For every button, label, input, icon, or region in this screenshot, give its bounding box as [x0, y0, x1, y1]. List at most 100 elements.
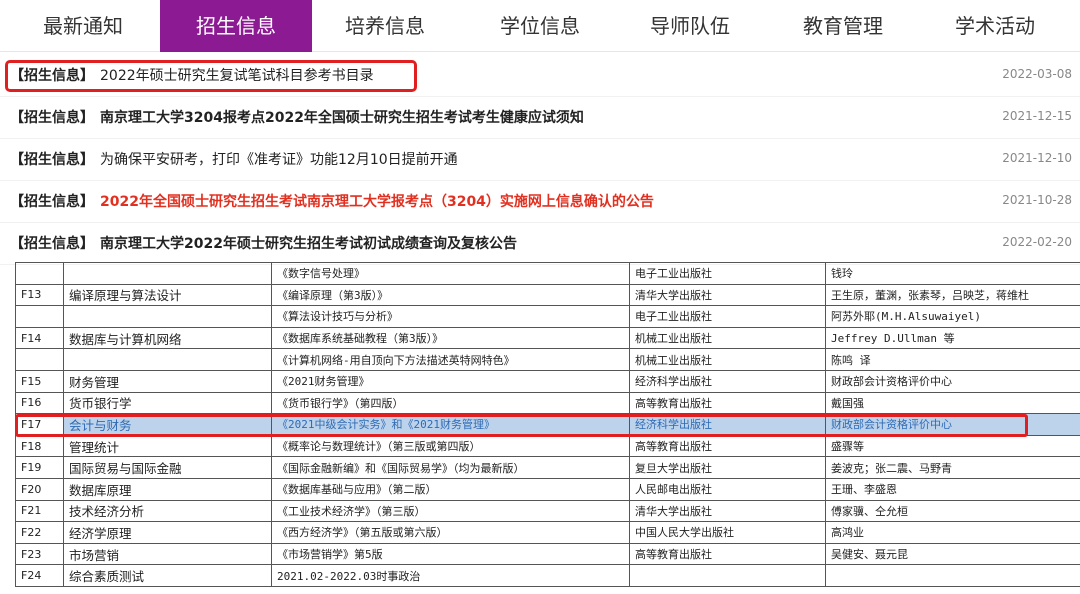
cell-publisher: 电子工业出版社: [629, 305, 826, 328]
cell-author: Jeffrey D.Ullman 等: [825, 326, 1080, 350]
cell-author: 傅家骥、仝允桓: [825, 499, 1080, 523]
table-row: F21 技术经济分析 《工业技术经济学》（第三版） 清华大学出版社 傅家骥、仝允桓: [15, 499, 1080, 523]
table-row: F24 综合素质测试 2021.02-2022.03时事政治: [15, 564, 1080, 587]
cell-subject-name: 综合素质测试: [63, 564, 272, 587]
tab-admissions[interactable]: 招生信息: [160, 0, 312, 52]
tab-education-management[interactable]: 教育管理: [788, 0, 898, 52]
tab-degree[interactable]: 学位信息: [485, 0, 595, 52]
cell-subject-code: F14: [15, 326, 64, 350]
cell-subject-code: F23: [15, 542, 64, 566]
cell-subject-name: [63, 262, 272, 285]
cell-publisher: 高等教育出版社: [629, 434, 826, 458]
table-row: F14 数据库与计算机网络 《数据库系统基础教程（第3版）》 机械工业出版社 Jeffr…: [15, 326, 1080, 350]
news-tag: 【招生信息】: [10, 110, 94, 126]
news-tag: 【招生信息】: [10, 194, 94, 210]
cell-book-title: 《计算机网络-用自顶向下方法描述英特网特色》: [271, 348, 630, 371]
cell-subject-name: 经济学原理: [63, 521, 272, 544]
news-date: 2021-12-10: [1002, 151, 1072, 165]
cell-book-title: 《数字信号处理》: [271, 262, 630, 285]
news-date: 2022-03-08: [1002, 67, 1072, 81]
cell-book-title: 《数据库系统基础教程（第3版）》: [271, 326, 630, 350]
news-item[interactable]: 【招生信息】 南京理工大学3204报考点2022年全国硕士研究生招生考试考生健康…: [0, 97, 1080, 139]
cell-subject-name: 货币银行学: [63, 391, 272, 415]
cell-subject-code: F21: [15, 499, 64, 523]
cell-publisher: 高等教育出版社: [629, 542, 826, 566]
cell-author: 盛骤等: [825, 434, 1080, 458]
cell-author: 钱玲: [825, 262, 1080, 285]
cell-subject-code: F18: [15, 434, 64, 458]
cell-subject-name: 数据库与计算机网络: [63, 326, 272, 350]
cell-book-title: 《概率论与数理统计》（第三版或第四版）: [271, 434, 630, 458]
cell-subject-name: 国际贸易与国际金融: [63, 456, 272, 479]
cell-subject-code: F16: [15, 391, 64, 415]
cell-subject-code: F20: [15, 477, 64, 501]
table-row: F15 财务管理 《2021财务管理》 经济科学出版社 财政部会计资格评价中心: [15, 369, 1080, 393]
cell-author: [825, 564, 1080, 587]
table-row: F16 货币银行学 《货币银行学》（第四版） 高等教育出版社 戴国强: [15, 391, 1080, 415]
cell-publisher: 复旦大学出版社: [629, 456, 826, 479]
cell-subject-code: [15, 262, 64, 285]
cell-subject-name: 编译原理与算法设计: [63, 283, 272, 307]
cell-publisher: 人民邮电出版社: [629, 477, 826, 501]
cell-subject-name: 技术经济分析: [63, 499, 272, 523]
news-title-link[interactable]: 为确保平安研考，打印《准考证》功能12月10日提前开通: [100, 149, 458, 169]
cell-book-title: 《算法设计技巧与分析》: [271, 305, 630, 328]
news-date: 2021-12-15: [1002, 109, 1072, 123]
table-row: 《计算机网络-用自顶向下方法描述英特网特色》 机械工业出版社 陈鸣 译: [15, 348, 1080, 371]
cell-subject-name: 管理统计: [63, 434, 272, 458]
cell-subject-name: 数据库原理: [63, 477, 272, 501]
cell-book-title: 《2021财务管理》: [271, 369, 630, 393]
cell-publisher: 机械工业出版社: [629, 326, 826, 350]
cell-subject-code: F15: [15, 369, 64, 393]
tab-academic-activities[interactable]: 学术活动: [940, 0, 1050, 52]
tab-latest-notice[interactable]: 最新通知: [28, 0, 138, 52]
cell-publisher: 机械工业出版社: [629, 348, 826, 371]
cell-author: 高鸿业: [825, 521, 1080, 544]
cell-book-title: 《市场营销学》第5版: [271, 542, 630, 566]
tab-supervisors[interactable]: 导师队伍: [635, 0, 745, 52]
cell-subject-code: F13: [15, 283, 64, 307]
cell-book-title: 《工业技术经济学》（第三版）: [271, 499, 630, 523]
cell-book-title: 《编译原理（第3版）》: [271, 283, 630, 307]
table-row: F18 管理统计 《概率论与数理统计》（第三版或第四版） 高等教育出版社 盛骤等: [15, 434, 1080, 458]
news-date: 2021-10-28: [1002, 193, 1072, 207]
table-row: 《算法设计技巧与分析》 电子工业出版社 阿苏外耶(M.H.Alsuwaiyel): [15, 305, 1080, 328]
cell-author: 吴健安、聂元昆: [825, 542, 1080, 566]
cell-subject-code: [15, 348, 64, 371]
cell-book-title: 《货币银行学》（第四版）: [271, 391, 630, 415]
cell-author: 王生原，董渊，张素琴，吕映芝，蒋维杜: [825, 283, 1080, 307]
news-date: 2022-02-20: [1002, 235, 1072, 249]
cell-author: 阿苏外耶(M.H.Alsuwaiyel): [825, 305, 1080, 328]
cell-subject-name: 财务管理: [63, 369, 272, 393]
cell-author: 戴国强: [825, 391, 1080, 415]
news-title-link[interactable]: 南京理工大学3204报考点2022年全国硕士研究生招生考试考生健康应试须知: [100, 107, 584, 127]
cell-subject-code: F19: [15, 456, 64, 479]
news-item[interactable]: 【招生信息】 南京理工大学2022年硕士研究生招生考试初试成绩查询及复核公告 2…: [0, 223, 1080, 265]
cell-publisher: 中国人民大学出版社: [629, 521, 826, 544]
top-nav: 最新通知 招生信息 培养信息 学位信息 导师队伍 教育管理 学术活动: [0, 0, 1080, 52]
cell-subject-code: [15, 305, 64, 328]
cell-author: 王珊、李盛恩: [825, 477, 1080, 501]
highlight-box-news: [5, 60, 417, 92]
tab-training[interactable]: 培养信息: [330, 0, 440, 52]
cell-book-title: 《数据库基础与应用》（第二版）: [271, 477, 630, 501]
cell-publisher: 电子工业出版社: [629, 262, 826, 285]
news-item[interactable]: 【招生信息】 2022年全国硕士研究生招生考试南京理工大学报考点（3204）实施…: [0, 181, 1080, 223]
cell-publisher: 清华大学出版社: [629, 283, 826, 307]
table-row: F13 编译原理与算法设计 《编译原理（第3版）》 清华大学出版社 王生原，董渊，张素琴…: [15, 283, 1080, 307]
cell-publisher: 经济科学出版社: [629, 369, 826, 393]
cell-book-title: 《西方经济学》（第五版或第六版）: [271, 521, 630, 544]
cell-subject-code: F24: [15, 564, 64, 587]
news-item[interactable]: 【招生信息】 为确保平安研考，打印《准考证》功能12月10日提前开通 2021-…: [0, 139, 1080, 181]
cell-book-title: 2021.02-2022.03时事政治: [271, 564, 630, 587]
highlight-box-row-f17: [15, 414, 1028, 437]
cell-subject-name: 市场营销: [63, 542, 272, 566]
table-row: F22 经济学原理 《西方经济学》（第五版或第六版） 中国人民大学出版社 高鸿业: [15, 521, 1080, 544]
cell-publisher: [629, 564, 826, 587]
news-tag: 【招生信息】: [10, 152, 94, 168]
table-row: F20 数据库原理 《数据库基础与应用》（第二版） 人民邮电出版社 王珊、李盛恩: [15, 477, 1080, 501]
cell-subject-code: F22: [15, 521, 64, 544]
news-title-link[interactable]: 南京理工大学2022年硕士研究生招生考试初试成绩查询及复核公告: [100, 233, 517, 253]
news-title-link[interactable]: 2022年全国硕士研究生招生考试南京理工大学报考点（3204）实施网上信息确认的…: [100, 191, 654, 211]
cell-subject-name: [63, 305, 272, 328]
